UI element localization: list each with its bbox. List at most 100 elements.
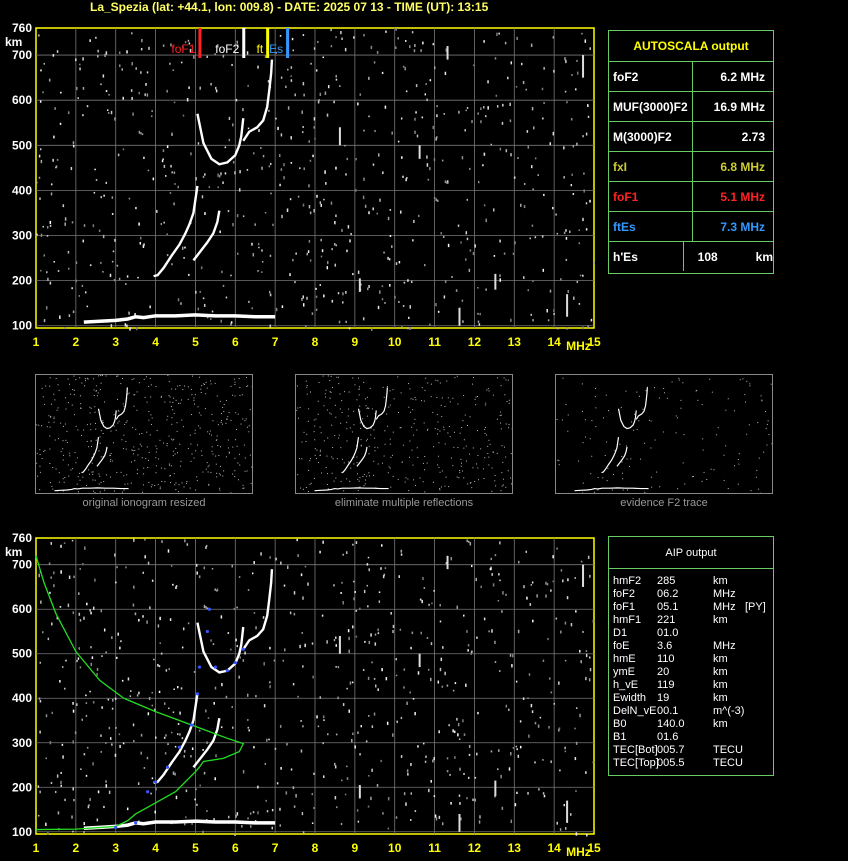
thumb-noise: [359, 405, 361, 407]
noise-dot: [578, 242, 581, 245]
noise-dot: [510, 819, 513, 824]
thumb-noise: [132, 453, 134, 455]
thumb-noise: [147, 467, 149, 469]
thumb-noise: [358, 377, 360, 379]
thumb-noise: [53, 416, 55, 418]
noise-dot: [587, 104, 589, 108]
noise-dot: [286, 742, 288, 746]
noise-dot: [363, 177, 365, 181]
thumb-noise: [365, 440, 367, 442]
y-tick-label: 500: [12, 647, 32, 661]
noise-dot: [174, 772, 176, 776]
noise-dot: [381, 668, 383, 672]
thumb-noise: [155, 445, 157, 447]
noise-dot: [586, 833, 588, 837]
noise-dot: [527, 697, 529, 700]
noise-dot: [103, 194, 105, 197]
noise-dot: [191, 747, 194, 750]
thumb-noise: [101, 375, 103, 377]
thumb-noise: [124, 483, 126, 485]
noise-dot: [387, 827, 390, 830]
noise-dot: [251, 307, 253, 310]
thumb-noise: [441, 416, 443, 418]
thumb-noise: [198, 412, 200, 414]
noise-dot: [199, 86, 201, 90]
noise-dot: [334, 220, 336, 225]
thumb-noise: [636, 391, 638, 393]
thumb-noise: [755, 476, 757, 478]
noise-dot: [322, 540, 324, 544]
thumb-noise: [745, 401, 747, 403]
noise-dot: [473, 64, 475, 67]
noise-dot: [377, 632, 380, 635]
thumb-noise: [239, 386, 241, 388]
noise-dot: [207, 717, 210, 719]
autoscala-label: fxI: [609, 152, 693, 181]
thumb-noise: [71, 404, 73, 406]
thumb-noise: [463, 439, 465, 441]
noise-dot: [348, 327, 351, 330]
thumb-noise: [168, 463, 170, 465]
noise-dot: [346, 687, 348, 690]
noise-dot: [522, 80, 525, 85]
noise-dot: [84, 546, 86, 550]
thumb-noise: [58, 438, 59, 440]
noise-dot: [452, 689, 455, 692]
thumb-noise: [488, 439, 490, 441]
noise-dot: [411, 631, 414, 635]
thumb-noise: [767, 420, 769, 422]
noise-dot: [480, 120, 482, 124]
noise-dot: [231, 706, 233, 708]
thumb-noise: [41, 458, 43, 460]
noise-dot: [149, 305, 151, 309]
noise-dot: [462, 719, 464, 723]
thumb-noise: [388, 406, 390, 408]
thumb-noise: [589, 438, 591, 440]
noise-dot: [144, 538, 146, 541]
thumb-noise: [761, 400, 763, 402]
thumb-noise: [325, 467, 327, 469]
thumb-noise: [446, 380, 448, 382]
noise-dot: [563, 231, 566, 235]
noise-dot: [313, 117, 316, 121]
thumb-noise: [71, 468, 73, 470]
noise-dot: [395, 28, 397, 31]
thumb-noise: [630, 458, 632, 460]
thumb-noise: [439, 430, 441, 432]
thumb-noise: [116, 471, 118, 473]
noise-dot: [352, 625, 354, 629]
noise-dot: [585, 650, 588, 653]
noise-dot: [161, 540, 163, 544]
aip-value: 19: [657, 692, 670, 704]
thumb-noise: [717, 427, 719, 429]
noise-dot: [512, 746, 515, 749]
noise-dot: [78, 295, 81, 297]
thumb-noise: [156, 448, 158, 450]
noise-dot: [148, 696, 151, 701]
thumb-noise: [327, 437, 329, 439]
noise-dot: [440, 232, 442, 235]
aip-unit: m^(-3): [713, 705, 745, 717]
noise-dot: [567, 289, 569, 293]
noise-dot: [102, 234, 105, 239]
noise-dot: [401, 156, 403, 159]
noise-dot: [60, 544, 62, 548]
noise-dot: [406, 769, 409, 773]
noise-dot: [185, 789, 188, 793]
noise-dot: [368, 76, 370, 80]
thumb-noise: [57, 384, 59, 386]
thumb-noise: [242, 487, 244, 489]
thumb-noise: [219, 489, 221, 491]
thumb-noise: [505, 456, 507, 458]
thumb-noise: [365, 405, 367, 407]
noise-dot: [367, 556, 370, 559]
aip-name: foF1: [613, 601, 636, 613]
thumb-noise: [132, 427, 134, 429]
noise-dot: [39, 197, 41, 200]
thumb-noise: [160, 396, 162, 398]
noise-dot: [59, 315, 61, 319]
noise-dot: [204, 212, 206, 216]
thumb-noise: [207, 466, 209, 468]
thumb-noise: [39, 449, 41, 451]
thumb-noise: [426, 462, 428, 464]
